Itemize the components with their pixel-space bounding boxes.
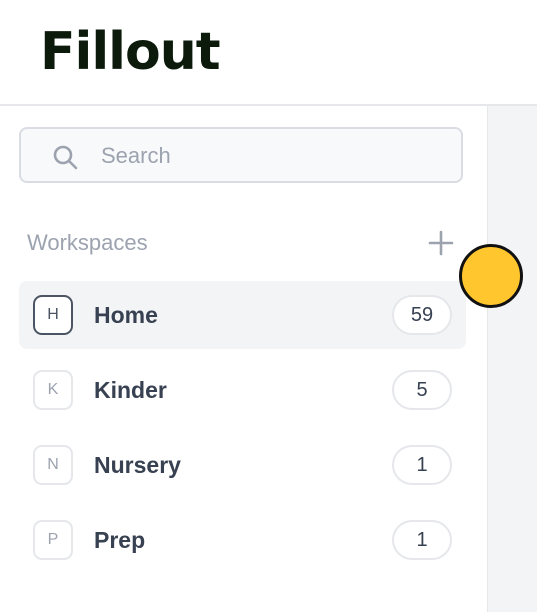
workspace-label: Home bbox=[94, 302, 158, 328]
workspace-initial-badge: K bbox=[33, 370, 73, 410]
workspace-item-nursery[interactable]: N Nursery 1 bbox=[19, 431, 466, 499]
workspace-item-kinder[interactable]: K Kinder 5 bbox=[19, 356, 466, 424]
workspace-initial-badge: H bbox=[33, 295, 73, 335]
cursor-indicator bbox=[459, 244, 523, 308]
main-content-area bbox=[488, 106, 537, 612]
workspace-count: 1 bbox=[392, 445, 452, 485]
workspace-count: 59 bbox=[392, 295, 452, 335]
workspace-item-prep[interactable]: P Prep 1 bbox=[19, 506, 466, 574]
app-window: Fillout Workspaces H Home 59 K Kinder bbox=[0, 0, 537, 612]
workspace-label: Prep bbox=[94, 527, 146, 553]
search-input[interactable] bbox=[99, 129, 453, 183]
workspace-label: Nursery bbox=[94, 452, 181, 478]
workspaces-heading: Workspaces bbox=[27, 230, 148, 255]
workspace-initial-badge: P bbox=[33, 520, 73, 560]
workspace-count: 1 bbox=[392, 520, 452, 560]
workspace-item-home[interactable]: H Home 59 bbox=[19, 281, 466, 349]
search-icon bbox=[53, 145, 78, 170]
sidebar: Workspaces H Home 59 K Kinder 5 N Nurser… bbox=[0, 106, 488, 612]
workspace-count: 5 bbox=[392, 370, 452, 410]
workspace-list: H Home 59 K Kinder 5 N Nursery 1 P Prep … bbox=[19, 281, 467, 581]
workspace-initial-badge: N bbox=[33, 445, 73, 485]
plus-icon[interactable] bbox=[425, 227, 457, 259]
top-bar: Fillout bbox=[0, 0, 537, 106]
fillout-logo[interactable]: Fillout bbox=[40, 22, 221, 82]
search-box[interactable] bbox=[19, 127, 463, 183]
workspace-label: Kinder bbox=[94, 377, 167, 403]
